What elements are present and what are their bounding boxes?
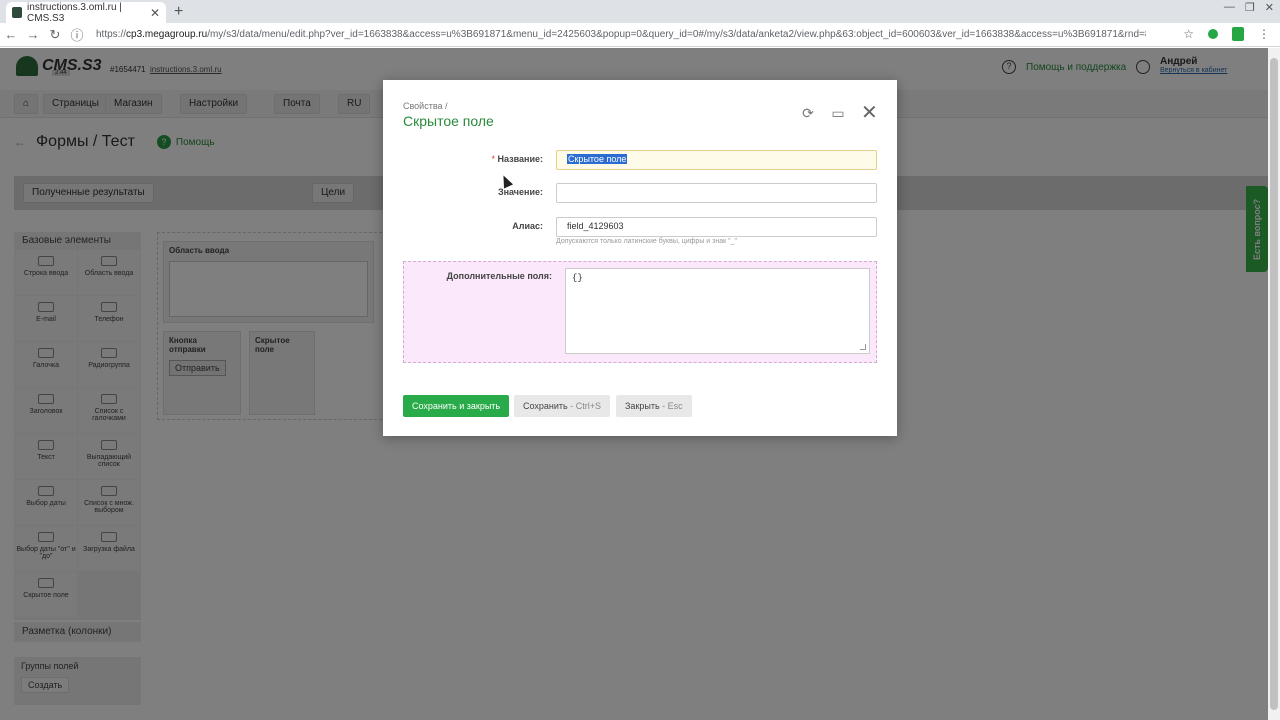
new-tab-icon[interactable]: + — [174, 3, 183, 21]
name-label: * Название: — [403, 154, 543, 164]
address-bar: ← → ↻ ⓘ https://cp3.megagroup.ru/my/s3/d… — [0, 23, 1280, 47]
maximize-icon[interactable]: ▭ — [831, 106, 845, 120]
close-icon[interactable]: ✕ — [861, 103, 878, 123]
bookmark-star-icon[interactable]: ☆ — [1183, 27, 1194, 41]
extension-dot-icon[interactable] — [1208, 29, 1218, 39]
resize-handle-icon[interactable] — [860, 344, 866, 350]
required-mark: * — [491, 154, 495, 164]
close-window-icon[interactable]: ✕ — [1265, 1, 1274, 14]
tab-title: instructions.3.oml.ru | CMS.S3 — [27, 1, 122, 24]
breadcrumb[interactable]: Свойства / — [403, 101, 448, 111]
close-label: Закрыть — [625, 401, 660, 411]
menu-kebab-icon[interactable]: ⋮ — [1258, 27, 1270, 41]
lock-icon: ⓘ — [70, 28, 84, 43]
favicon-icon — [12, 7, 23, 18]
url-prefix: https:// — [96, 29, 127, 40]
name-field[interactable]: Скрытое поле — [556, 150, 877, 170]
save-label: Сохранить — [523, 401, 568, 411]
save-button[interactable]: Сохранить - Ctrl+S — [514, 395, 610, 417]
refresh-icon[interactable]: ⟳ — [801, 106, 815, 120]
browser-tabstrip: instructions.3.oml.ru | CMS.S3 ✕ + — ❐ ✕ — [0, 0, 1280, 24]
url-host: cp3.megagroup.ru — [126, 29, 208, 40]
extra-fields-value: {} — [572, 273, 583, 283]
url-field[interactable]: https://cp3.megagroup.ru/my/s3/data/menu… — [96, 29, 1146, 40]
page-scrollbar[interactable] — [1268, 48, 1280, 720]
name-label-text: Название: — [497, 154, 543, 164]
scrollbar-thumb[interactable] — [1270, 58, 1278, 710]
reload-icon[interactable]: ↻ — [44, 27, 66, 43]
alias-label: Алиас: — [512, 221, 543, 231]
close-shortcut: - Esc — [659, 401, 683, 411]
alias-field[interactable]: field_4129603 — [556, 217, 877, 237]
restore-icon[interactable]: ❐ — [1245, 1, 1255, 14]
window-controls: — ❐ ✕ — [1224, 0, 1274, 14]
modal-title: Скрытое поле — [403, 113, 494, 129]
extra-fields-label: Дополнительные поля: — [446, 271, 552, 281]
value-label: Значение: — [497, 187, 543, 197]
url-path: /my/s3/data/menu/edit.php?ver_id=1663838… — [207, 29, 1146, 40]
back-icon[interactable]: ← — [0, 27, 22, 42]
close-button[interactable]: Закрыть - Esc — [616, 395, 692, 417]
extra-fields-textarea[interactable]: {} — [565, 268, 870, 354]
browser-tab[interactable]: instructions.3.oml.ru | CMS.S3 ✕ — [6, 1, 166, 24]
extra-fields-section: Дополнительные поля: {} — [403, 261, 877, 363]
tab-close-icon[interactable]: ✕ — [150, 6, 160, 20]
extension-icon[interactable] — [1232, 27, 1244, 41]
name-field-value: Скрытое поле — [567, 154, 628, 164]
properties-modal: Свойства / Скрытое поле ⟳ ▭ ✕ * Название… — [383, 80, 897, 436]
minimize-icon[interactable]: — — [1224, 1, 1235, 13]
save-shortcut: - Ctrl+S — [567, 401, 601, 411]
forward-icon[interactable]: → — [22, 27, 44, 42]
alias-hint: Допускаются только латинские буквы, цифр… — [556, 238, 737, 245]
save-and-close-button[interactable]: Сохранить и закрыть — [403, 395, 510, 417]
value-field[interactable] — [556, 183, 877, 203]
